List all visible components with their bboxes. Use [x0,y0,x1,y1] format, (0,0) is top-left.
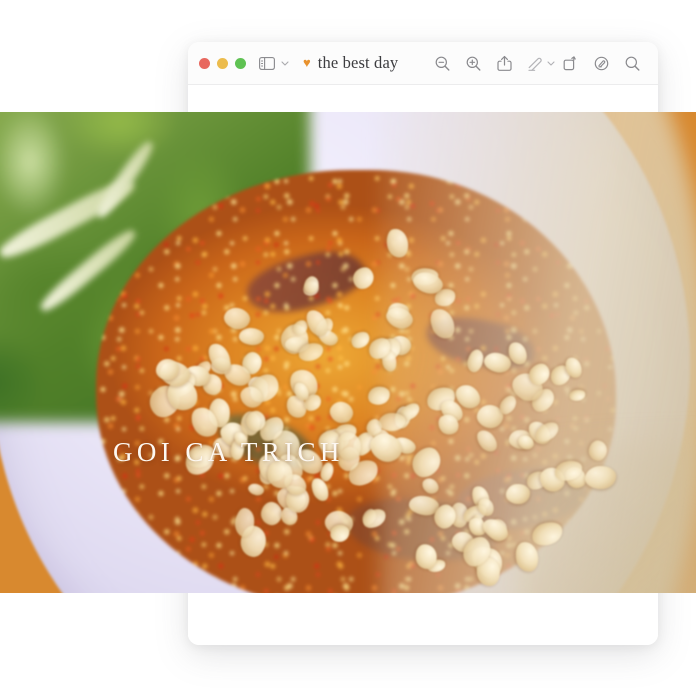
peanut [246,481,266,498]
sidebar-icon [259,56,275,70]
annotate-button[interactable] [586,50,617,76]
toolbar-actions [427,50,648,76]
minimize-button[interactable] [217,57,228,69]
photo-preview[interactable]: GOI CA TRICH [0,112,696,593]
zoom-button[interactable] [235,57,246,69]
peanut [329,524,350,543]
photo-image [0,112,696,593]
peanut [414,543,438,570]
search-button[interactable] [617,50,648,76]
traffic-lights [199,57,246,69]
window-content-bottom-padding [188,593,658,645]
window-content-top-padding [188,86,658,112]
zoom-in-button[interactable] [458,50,489,76]
share-button[interactable] [489,50,520,76]
peanut [359,505,390,532]
sidebar-toggle-button[interactable] [259,53,289,73]
peanut [155,358,179,381]
peanut [586,439,609,464]
peanut [366,385,392,407]
peanut [505,483,531,506]
peanut [584,466,617,490]
window-title: the best day [317,53,399,72]
peanut [473,426,501,456]
heart-icon: ♥ [303,54,311,70]
peanut [238,327,265,347]
window-toolbar: ♥ the best day [188,42,658,85]
peanut-topping [0,112,696,593]
peanut [348,262,379,293]
screenshot-root: ♥ the best day GOI CA TRICH [0,0,696,696]
photo-caption: GOI CA TRICH [113,437,344,467]
peanut [426,305,459,343]
zoom-out-button[interactable] [427,50,458,76]
peanut [568,388,587,402]
peanut [464,346,486,374]
rotate-button[interactable] [555,50,586,76]
window-title-group: ♥ the best day [303,53,398,73]
peanut [419,475,442,497]
chevron-down-icon [278,53,291,73]
peanut [529,519,566,549]
close-button[interactable] [199,57,210,69]
peanut [384,227,411,260]
peanut [326,397,358,427]
peanut [513,540,541,574]
